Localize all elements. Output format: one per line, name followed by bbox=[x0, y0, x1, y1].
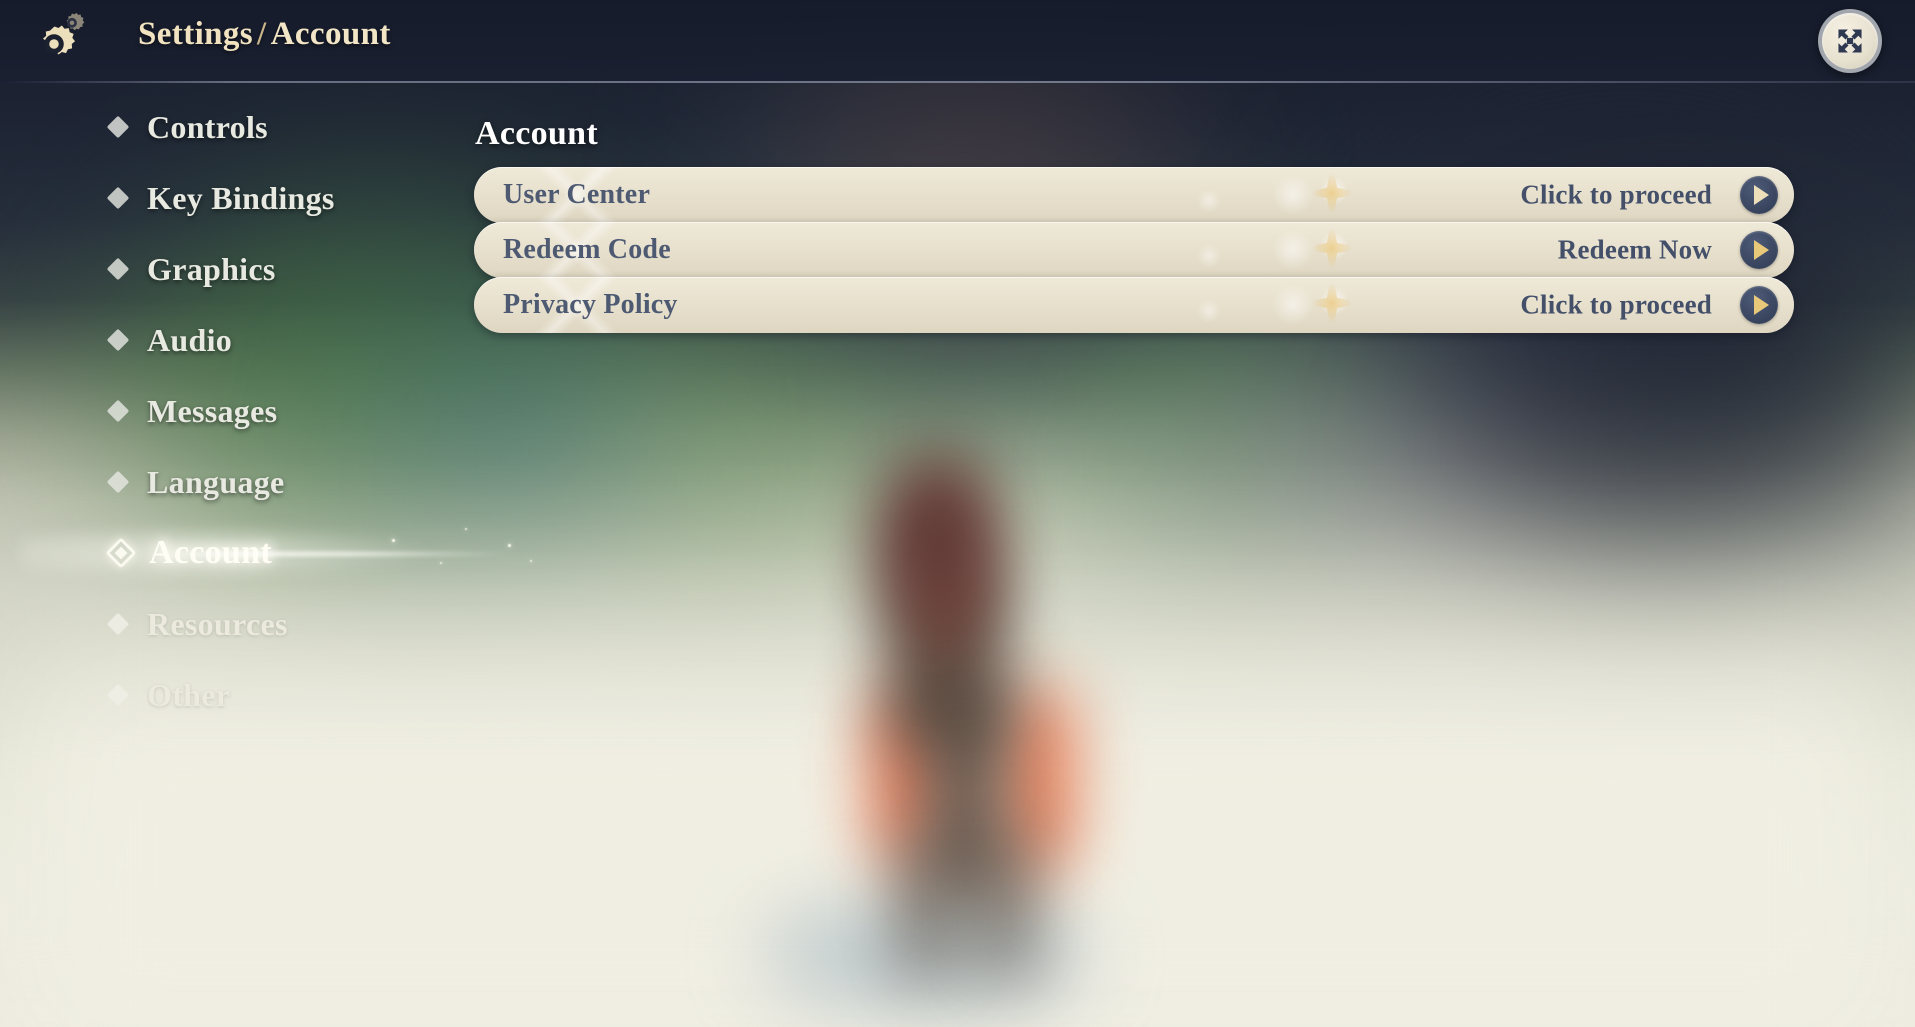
selection-sparkle bbox=[530, 560, 532, 562]
sidebar-item-label: Audio bbox=[147, 321, 233, 358]
sparkle-decoration bbox=[1192, 184, 1226, 218]
row-label: User Center bbox=[503, 179, 651, 210]
diamond-bullet-icon bbox=[106, 399, 130, 423]
settings-sidebar: Controls Key Bindings Graphics Audio Message… bbox=[0, 83, 532, 1027]
background-blob bbox=[520, 330, 940, 630]
diamond-bullet-icon bbox=[106, 612, 130, 636]
selection-sparkle bbox=[465, 528, 467, 530]
sidebar-item-language[interactable]: Language bbox=[106, 459, 285, 505]
breadcrumb: Settings / Account bbox=[138, 16, 391, 53]
arrow-triangle bbox=[1753, 240, 1769, 260]
sidebar-item-label: Language bbox=[147, 463, 285, 500]
selection-sparkle bbox=[392, 539, 395, 542]
selection-streak bbox=[150, 552, 510, 556]
diamond-bullet-icon bbox=[106, 257, 130, 281]
row-action-label[interactable]: Redeem Now bbox=[1558, 235, 1712, 266]
close-x-icon bbox=[1838, 29, 1862, 53]
sidebar-item-audio[interactable]: Audio bbox=[106, 317, 233, 363]
gear-icon bbox=[27, 7, 107, 69]
sidebar-item-resources[interactable]: Resources bbox=[106, 601, 288, 647]
page-title: Account bbox=[475, 115, 598, 152]
sidebar-item-messages[interactable]: Messages bbox=[106, 388, 278, 434]
diamond-bullet-icon bbox=[106, 328, 130, 352]
background-blob bbox=[1180, 330, 1600, 630]
sparkle-decoration bbox=[1192, 294, 1226, 328]
arrow-triangle bbox=[1753, 295, 1769, 315]
sidebar-item-label: Other bbox=[147, 676, 231, 713]
settings-row-user-center[interactable]: User Center Click to proceed bbox=[474, 167, 1794, 223]
breadcrumb-root[interactable]: Settings bbox=[138, 16, 253, 52]
sidebar-item-graphics[interactable]: Graphics bbox=[106, 246, 276, 292]
diamond-bullet-icon bbox=[106, 470, 130, 494]
settings-header-bar: Settings / Account bbox=[0, 0, 1915, 83]
background-blob bbox=[1040, 300, 1400, 600]
row-label: Privacy Policy bbox=[503, 289, 678, 320]
sidebar-item-other[interactable]: Other bbox=[106, 672, 231, 718]
sparkle-decoration bbox=[1192, 239, 1226, 273]
sidebar-item-label: Graphics bbox=[147, 250, 276, 287]
close-button[interactable] bbox=[1818, 9, 1882, 73]
sidebar-item-label: Resources bbox=[147, 605, 288, 642]
selection-sparkle bbox=[440, 562, 442, 564]
background-blob bbox=[1480, 300, 1900, 640]
settings-row-redeem-code[interactable]: Redeem Code Redeem Now bbox=[474, 222, 1794, 278]
diamond-bullet-icon bbox=[106, 115, 130, 139]
sidebar-item-label: Controls bbox=[147, 108, 268, 145]
settings-row-privacy-policy[interactable]: Privacy Policy Click to proceed bbox=[474, 277, 1794, 333]
diamond-bullet-icon bbox=[106, 683, 130, 707]
sidebar-item-label: Messages bbox=[147, 392, 278, 429]
row-label: Redeem Code bbox=[503, 234, 671, 265]
breadcrumb-separator: / bbox=[257, 16, 267, 52]
breadcrumb-current: Account bbox=[270, 16, 391, 52]
sidebar-item-key-bindings[interactable]: Key Bindings bbox=[106, 175, 335, 221]
selection-sparkle bbox=[508, 544, 511, 547]
chevron-right-circle-icon[interactable] bbox=[1740, 286, 1778, 324]
sidebar-item-label: Key Bindings bbox=[147, 179, 335, 216]
chevron-right-circle-icon[interactable] bbox=[1740, 176, 1778, 214]
sidebar-item-controls[interactable]: Controls bbox=[106, 104, 268, 150]
arrow-triangle bbox=[1753, 185, 1769, 205]
diamond-bullet-icon bbox=[106, 186, 130, 210]
chevron-right-circle-icon[interactable] bbox=[1740, 231, 1778, 269]
row-action-label[interactable]: Click to proceed bbox=[1520, 180, 1712, 211]
row-action-label[interactable]: Click to proceed bbox=[1520, 290, 1712, 321]
